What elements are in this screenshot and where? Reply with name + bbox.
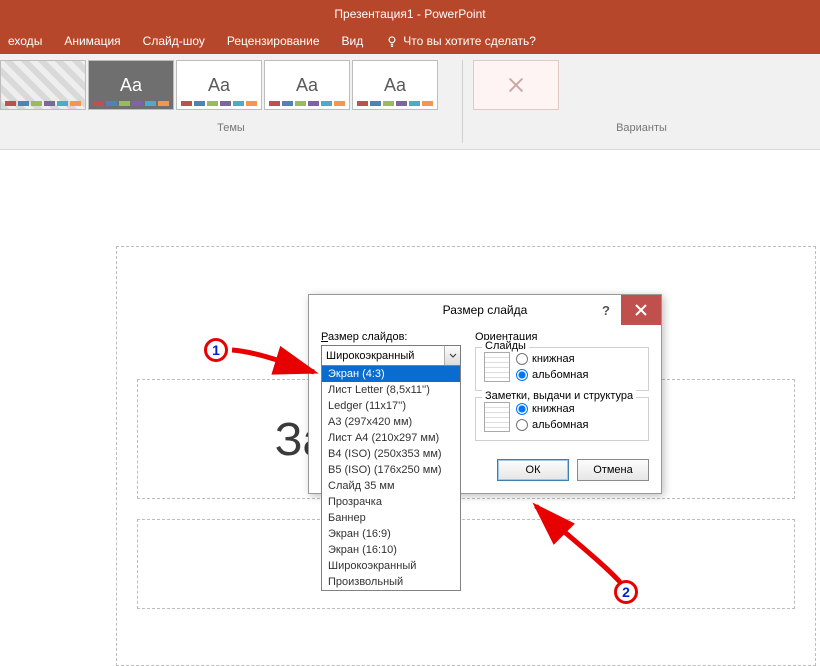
size-option[interactable]: B5 (ISO) (176x250 мм) (322, 462, 460, 478)
ok-button[interactable]: ОК (497, 459, 569, 481)
combobox-dropdown-button[interactable] (444, 345, 461, 366)
annotation-badge-2: 2 (614, 580, 638, 604)
dialog-titlebar[interactable]: Размер слайда ? (309, 295, 661, 325)
size-option[interactable]: Экран (4:3) (322, 366, 460, 382)
slides-legend: Слайды (482, 340, 529, 352)
size-option[interactable]: B4 (ISO) (250x353 мм) (322, 446, 460, 462)
size-option[interactable]: Лист Letter (8,5x11'') (322, 382, 460, 398)
theme-thumb-5[interactable]: Aa (352, 60, 438, 110)
slides-orientation-fieldset: Слайды книжная альбомная (475, 347, 649, 391)
theme-thumb-2[interactable]: Aa (88, 60, 174, 110)
close-icon (635, 304, 647, 316)
annotation-badge-1: 1 (204, 338, 228, 362)
tab-slideshow[interactable]: Слайд-шоу (143, 34, 205, 48)
size-combobox[interactable]: Широкоэкранный Экран (4:3) Лист Letter (… (321, 345, 461, 366)
page-icon (484, 352, 510, 382)
theme-thumb-3[interactable]: Aa (176, 60, 262, 110)
size-option[interactable]: Слайд 35 мм (322, 478, 460, 494)
notes-orientation-fieldset: Заметки, выдачи и структура книжная альб… (475, 397, 649, 441)
slide-subtitle-placeholder[interactable] (137, 519, 795, 609)
themes-group-label: Темы (0, 110, 462, 134)
chevron-down-icon (449, 352, 457, 360)
tab-animation[interactable]: Анимация (64, 34, 120, 48)
page-icon (484, 402, 510, 432)
tell-me-search[interactable]: Что вы хотите сделать? (385, 34, 536, 48)
size-option[interactable]: Произвольный (322, 574, 460, 590)
tab-review[interactable]: Рецензирование (227, 34, 320, 48)
themes-group: Aa Aa Aa Aa Темы (0, 54, 462, 149)
cancel-button[interactable]: Отмена (577, 459, 649, 481)
annotation-arrow-2 (530, 500, 640, 590)
size-option[interactable]: A3 (297x420 мм) (322, 414, 460, 430)
size-option[interactable]: Ledger (11x17'') (322, 398, 460, 414)
theme-thumb-current[interactable] (0, 60, 86, 110)
theme-thumb-4[interactable]: Aa (264, 60, 350, 110)
tab-view[interactable]: Вид (342, 34, 364, 48)
dialog-title: Размер слайда (443, 303, 528, 317)
variant-thumb-1[interactable] (473, 60, 559, 110)
size-option[interactable]: Баннер (322, 510, 460, 526)
close-icon (505, 74, 527, 96)
variants-group-label: Варианты (463, 110, 820, 134)
variants-group: Варианты (463, 54, 820, 149)
slide-size-dialog: Размер слайда ? Размер слайдов: Широкоэк… (308, 294, 662, 494)
size-option[interactable]: Широкоэкранный (322, 558, 460, 574)
notes-landscape-radio[interactable]: альбомная (516, 419, 588, 431)
tab-transitions[interactable]: еходы (8, 34, 42, 48)
size-option[interactable]: Экран (16:10) (322, 542, 460, 558)
size-selected-value: Широкоэкранный (326, 350, 414, 362)
notes-legend: Заметки, выдачи и структура (482, 390, 636, 402)
slides-portrait-radio[interactable]: книжная (516, 353, 588, 365)
slides-landscape-radio[interactable]: альбомная (516, 369, 588, 381)
annotation-arrow-1 (228, 344, 324, 380)
size-option[interactable]: Экран (16:9) (322, 526, 460, 542)
lightbulb-icon (385, 34, 399, 48)
size-option[interactable]: Прозрачка (322, 494, 460, 510)
ribbon-tabs: еходы Анимация Слайд-шоу Рецензирование … (0, 28, 820, 54)
notes-portrait-radio[interactable]: книжная (516, 403, 588, 415)
size-option[interactable]: Лист A4 (210x297 мм) (322, 430, 460, 446)
ribbon-body: Aa Aa Aa Aa Темы Варианты (0, 54, 820, 150)
size-label: Размер слайдов: (321, 331, 461, 343)
window-title: Презентация1 - PowerPoint (334, 7, 485, 21)
tell-me-label: Что вы хотите сделать? (403, 34, 536, 48)
help-button[interactable]: ? (591, 295, 621, 325)
size-dropdown-list: Экран (4:3) Лист Letter (8,5x11'') Ledge… (321, 365, 461, 591)
close-button[interactable] (621, 295, 661, 325)
window-titlebar: Презентация1 - PowerPoint (0, 0, 820, 28)
